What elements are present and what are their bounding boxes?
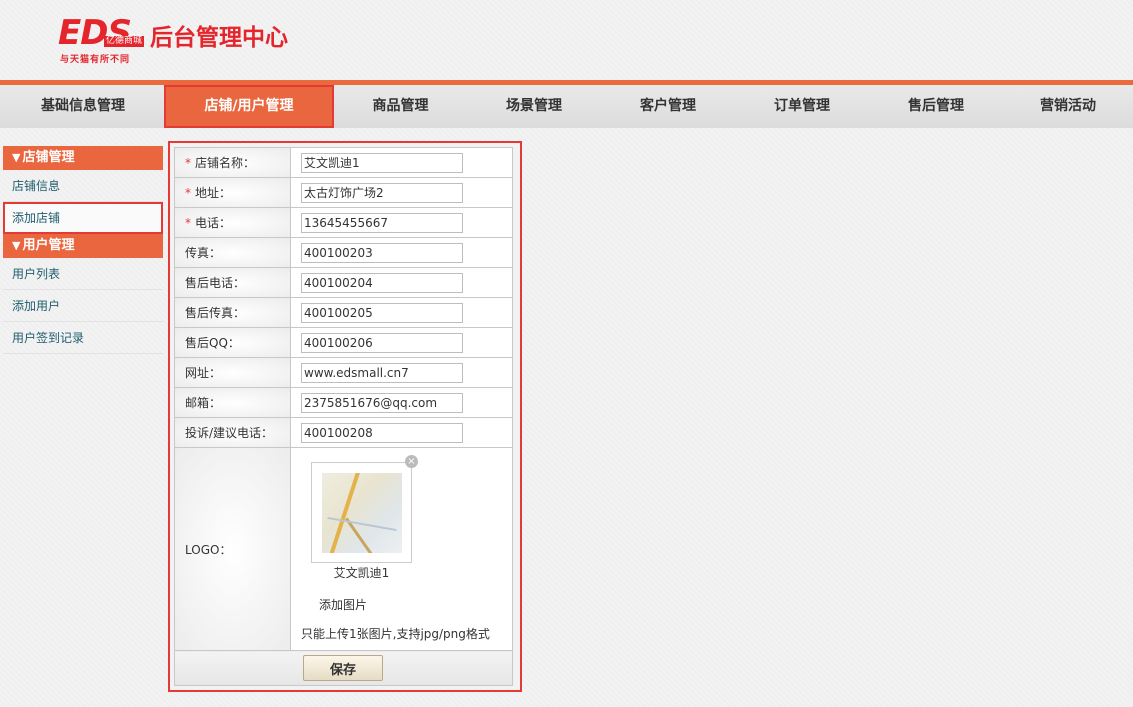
nav-item-shop-user[interactable]: 店铺/用户管理 — [164, 85, 334, 128]
field-label: * 电话： — [174, 207, 291, 238]
required-mark: * — [185, 186, 191, 200]
sidebar-item-add-shop[interactable]: 添加店铺 — [3, 202, 163, 234]
shop-name-input[interactable] — [301, 152, 463, 173]
triangle-down-icon: ▼ — [12, 239, 21, 252]
map-image — [322, 473, 402, 553]
field-label: * 店铺名称： — [174, 147, 291, 178]
phone-input[interactable] — [301, 212, 463, 233]
form-row: 售后电话： — [174, 267, 513, 298]
close-icon[interactable]: × — [405, 455, 418, 468]
top-nav: 基础信息管理 店铺/用户管理 商品管理 场景管理 客户管理 订单管理 售后管理 … — [0, 85, 1133, 128]
form-row: * 电话： — [174, 207, 513, 238]
sidebar-group-user[interactable]: ▼ 用户管理 — [3, 234, 163, 258]
nav-item-customers[interactable]: 客户管理 — [601, 85, 735, 128]
triangle-down-icon: ▼ — [12, 151, 21, 164]
after-sales-fax-input[interactable] — [301, 302, 463, 323]
form-row: 售后QQ： — [174, 327, 513, 358]
nav-item-basic-info[interactable]: 基础信息管理 — [0, 85, 166, 128]
sidebar-item-shop-info[interactable]: 店铺信息 — [3, 170, 163, 202]
logo[interactable]: EDS 亿德商城 与天猫有所不同 后台管理中心 — [58, 16, 308, 66]
form-row: * 店铺名称： — [174, 147, 513, 178]
sidebar-group-label: 用户管理 — [22, 238, 75, 253]
sidebar-item-add-user[interactable]: 添加用户 — [3, 290, 163, 322]
sidebar: ▼ 店铺管理 店铺信息 添加店铺 ▼ 用户管理 用户列表 添加用户 用户签到记录 — [3, 146, 163, 354]
sidebar-item-user-list[interactable]: 用户列表 — [3, 258, 163, 290]
form-row: 邮箱： — [174, 387, 513, 418]
nav-item-products[interactable]: 商品管理 — [334, 85, 467, 128]
form-footer-row: 保存 — [174, 650, 513, 686]
required-mark: * — [185, 216, 191, 230]
website-input[interactable] — [301, 362, 463, 383]
logo-sub: 亿德商城 — [104, 36, 145, 47]
add-image-button[interactable]: 添加图片 — [301, 592, 386, 617]
email-input[interactable] — [301, 392, 463, 413]
field-label: 传真： — [174, 237, 291, 268]
nav-item-marketing[interactable]: 营销活动 — [1003, 85, 1133, 128]
form-row: 传真： — [174, 237, 513, 268]
add-shop-form-panel: *店铺名称： *地址： *电话： 传真： 售后电话： 售后传真： — [168, 141, 522, 692]
required-mark: * — [185, 156, 191, 170]
sidebar-group-label: 店铺管理 — [22, 150, 75, 165]
address-input[interactable] — [301, 182, 463, 203]
form-row: 投诉/建议电话： — [174, 417, 513, 448]
logo-caption: 艾文凯迪1 — [333, 566, 390, 580]
field-label: 售后电话： — [174, 267, 291, 298]
sidebar-group-shop[interactable]: ▼ 店铺管理 — [3, 146, 163, 170]
field-label: LOGO： — [174, 447, 291, 651]
form-row: 售后传真： — [174, 297, 513, 328]
complaint-phone-input[interactable] — [301, 422, 463, 443]
logo-thumbnail[interactable] — [311, 462, 412, 563]
add-shop-form: *店铺名称： *地址： *电话： 传真： 售后电话： 售后传真： — [174, 147, 513, 686]
page-title: 后台管理中心 — [150, 25, 288, 51]
after-sales-qq-input[interactable] — [301, 332, 463, 353]
header: EDS 亿德商城 与天猫有所不同 后台管理中心 — [0, 0, 1133, 80]
nav-item-scenes[interactable]: 场景管理 — [467, 85, 601, 128]
form-row-logo: LOGO： × 艾文凯迪1 添加图片 只能上传1张图片,支持jpg/png格式 — [174, 447, 513, 651]
nav-item-after-sales[interactable]: 售后管理 — [869, 85, 1003, 128]
form-row: * 地址： — [174, 177, 513, 208]
field-label: * 地址： — [174, 177, 291, 208]
field-label: 邮箱： — [174, 387, 291, 418]
fax-input[interactable] — [301, 242, 463, 263]
logo-upload-area: × 艾文凯迪1 — [301, 452, 501, 588]
field-label: 网址： — [174, 357, 291, 388]
field-label: 投诉/建议电话： — [174, 417, 291, 448]
upload-hint: 只能上传1张图片,支持jpg/png格式 — [301, 627, 490, 641]
after-sales-phone-input[interactable] — [301, 272, 463, 293]
sidebar-item-checkin-records[interactable]: 用户签到记录 — [3, 322, 163, 354]
nav-item-orders[interactable]: 订单管理 — [735, 85, 869, 128]
field-label: 售后传真： — [174, 297, 291, 328]
logo-slogan: 与天猫有所不同 — [60, 55, 131, 65]
save-button[interactable]: 保存 — [303, 655, 383, 681]
form-row: 网址： — [174, 357, 513, 388]
field-label: 售后QQ： — [174, 327, 291, 358]
